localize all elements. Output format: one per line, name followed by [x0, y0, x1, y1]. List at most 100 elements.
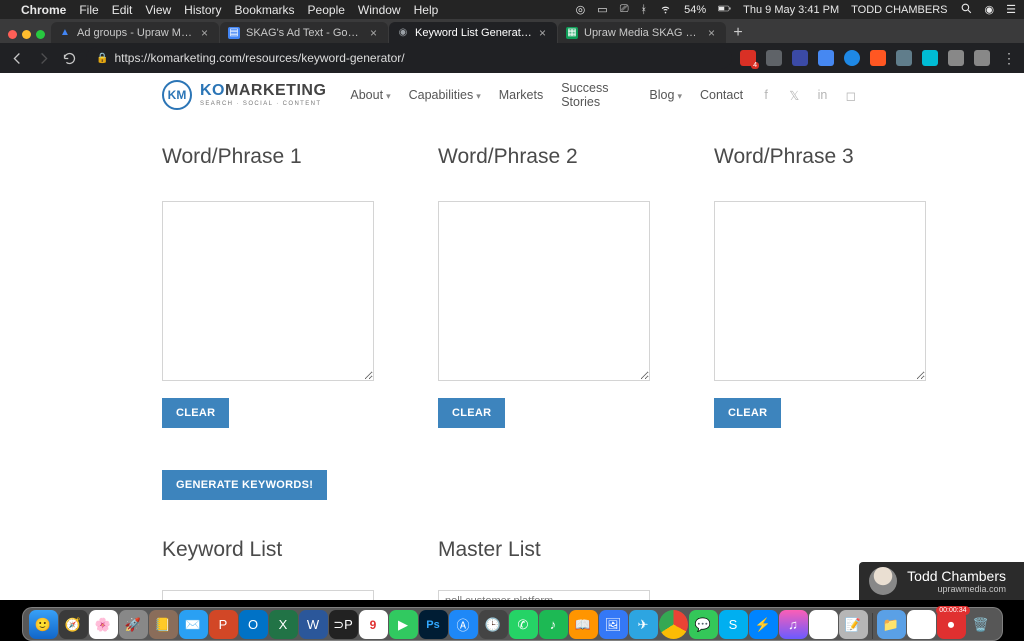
dock-app-screenrecorder[interactable]: 00:00:34⏺ [937, 610, 966, 639]
dock-app-books[interactable]: 📖 [569, 610, 598, 639]
nav-forward-button[interactable] [34, 49, 52, 67]
dock-app-facetime[interactable]: ▶ [389, 610, 418, 639]
dock-app-photos[interactable]: 🌸 [89, 610, 118, 639]
dock-app-messenger[interactable]: ⚡ [749, 610, 778, 639]
menubar-display-icon[interactable]: ⎚ [620, 3, 629, 16]
dock-app-appstore[interactable]: Ⓐ [449, 610, 478, 639]
dock-app-unknown-p[interactable]: ⊃P [329, 610, 358, 639]
dock-app-word[interactable]: W [299, 610, 328, 639]
twitter-icon[interactable]: 𝕏 [789, 88, 799, 103]
new-tab-button[interactable]: + [727, 23, 749, 43]
page-viewport: KM KOMARKETING SEARCH · SOCIAL · CONTENT… [0, 73, 1024, 600]
dock-app-skype[interactable]: S [719, 610, 748, 639]
minimize-window-button[interactable] [22, 30, 31, 39]
menubar-cc-icon[interactable]: ◎ [576, 3, 586, 16]
ext-icon[interactable] [870, 50, 886, 66]
menubar-item[interactable]: Edit [112, 3, 133, 17]
zoom-window-button[interactable] [36, 30, 45, 39]
site-logo[interactable]: KM KOMARKETING SEARCH · SOCIAL · CONTENT [162, 80, 326, 110]
dock-app-powerpoint[interactable]: P [209, 610, 238, 639]
instagram-icon[interactable]: ◻ [846, 88, 856, 103]
ext-icon[interactable] [740, 50, 756, 66]
browser-tab[interactable]: ▤ SKAG's Ad Text - Google Docs × [220, 22, 388, 43]
address-bar[interactable]: 🔒 https://komarketing.com/resources/keyw… [86, 47, 732, 69]
dock-app-launchpad[interactable]: 🚀 [119, 610, 148, 639]
close-tab-icon[interactable]: × [539, 26, 549, 40]
ext-icon[interactable] [948, 50, 964, 66]
menubar-item[interactable]: Bookmarks [235, 3, 295, 17]
menubar-item[interactable]: View [145, 3, 171, 17]
menubar-siri-icon[interactable]: ◉ [985, 3, 995, 16]
dock-app-telegram[interactable]: ✈ [629, 610, 658, 639]
close-window-button[interactable] [8, 30, 17, 39]
phrase-input-1[interactable] [162, 201, 374, 381]
ext-icon[interactable] [818, 50, 834, 66]
browser-tab[interactable]: ▦ Upraw Media SKAG Builder - G × [558, 22, 726, 43]
dock-app-mail[interactable]: ✉️ [179, 610, 208, 639]
dock-app-notes[interactable]: 📝 [839, 610, 868, 639]
menubar-search-icon[interactable] [960, 2, 973, 18]
ext-icon[interactable] [896, 50, 912, 66]
generate-keywords-button[interactable]: GENERATE KEYWORDS! [162, 470, 327, 500]
facebook-icon[interactable]: f [761, 88, 771, 102]
dock-app-contacts[interactable]: 📒 [149, 610, 178, 639]
linkedin-icon[interactable]: in [817, 88, 827, 102]
dock-app-excel[interactable]: X [269, 610, 298, 639]
dock-app-trash[interactable]: 🗑️ [967, 610, 996, 639]
menubar-app[interactable]: Chrome [21, 3, 66, 17]
phrase-input-2[interactable] [438, 201, 650, 381]
dock-app-preview[interactable]: 🖼 [599, 610, 628, 639]
menubar-wifi-icon[interactable] [659, 2, 672, 18]
dock-app-clock[interactable]: 🕒 [479, 610, 508, 639]
dock-app-google-ads[interactable]: ▲ [907, 610, 936, 639]
ext-icon[interactable] [792, 50, 808, 66]
close-tab-icon[interactable]: × [708, 26, 718, 40]
close-tab-icon[interactable]: × [201, 26, 211, 40]
menubar-user[interactable]: TODD CHAMBERS [851, 4, 947, 16]
browser-tab[interactable]: ▲ Ad groups - Upraw Media - Go × [51, 22, 219, 43]
nav-link-success-stories[interactable]: Success Stories [561, 81, 631, 109]
menubar-item[interactable]: File [79, 3, 98, 17]
browser-tab-active[interactable]: ◉ Keyword List Generation Tool × [389, 22, 557, 43]
dock-app-safari[interactable]: 🧭 [59, 610, 88, 639]
menubar-airplay-icon[interactable]: ▭ [597, 3, 607, 16]
page-scroll[interactable]: KM KOMARKETING SEARCH · SOCIAL · CONTENT… [0, 73, 1024, 600]
nav-link-blog[interactable]: Blog▾ [649, 88, 682, 102]
dock-app-outlook[interactable]: O [239, 610, 268, 639]
nav-link-contact[interactable]: Contact [700, 88, 743, 102]
master-list-output[interactable]: poll customer platform [438, 590, 650, 600]
menubar-bluetooth-icon[interactable]: ᚼ [641, 4, 648, 16]
dock-app-folder[interactable]: 📁 [877, 610, 906, 639]
menubar-item[interactable]: Help [414, 3, 439, 17]
nav-link-markets[interactable]: Markets [499, 88, 543, 102]
phrase-input-3[interactable] [714, 201, 926, 381]
menubar-notif-icon[interactable]: ☰ [1006, 3, 1016, 16]
dock-app-imsg[interactable]: 💬 [689, 610, 718, 639]
dock-app-whatsapp[interactable]: ✆ [509, 610, 538, 639]
nav-link-about[interactable]: About▾ [350, 88, 390, 102]
dock-app-itunes[interactable]: ♫ [779, 610, 808, 639]
dock-app-calendar[interactable]: 9 [359, 610, 388, 639]
ext-icon[interactable] [844, 50, 860, 66]
chrome-menu-button[interactable]: ⋮ [1000, 50, 1016, 66]
keyword-list-output[interactable] [162, 590, 374, 600]
dock-app-spotify[interactable]: ♪ [539, 610, 568, 639]
ext-icon[interactable] [922, 50, 938, 66]
close-tab-icon[interactable]: × [370, 26, 380, 40]
nav-reload-button[interactable] [60, 49, 78, 67]
dock-app-photoshop[interactable]: Ps [419, 610, 448, 639]
menubar-item[interactable]: History [184, 3, 221, 17]
clear-button-1[interactable]: CLEAR [162, 398, 229, 428]
menubar-item[interactable]: People [308, 3, 345, 17]
menubar-datetime[interactable]: Thu 9 May 3:41 PM [743, 4, 839, 16]
dock-app-chrome[interactable] [659, 610, 688, 639]
clear-button-3[interactable]: CLEAR [714, 398, 781, 428]
dock-app-finder[interactable]: 🙂 [29, 610, 58, 639]
clear-button-2[interactable]: CLEAR [438, 398, 505, 428]
nav-link-capabilities[interactable]: Capabilities▾ [409, 88, 481, 102]
nav-back-button[interactable] [8, 49, 26, 67]
menubar-item[interactable]: Window [358, 3, 401, 17]
dock-app-slack[interactable]: ✦ [809, 610, 838, 639]
ext-icon[interactable] [766, 50, 782, 66]
profile-avatar[interactable] [974, 50, 990, 66]
